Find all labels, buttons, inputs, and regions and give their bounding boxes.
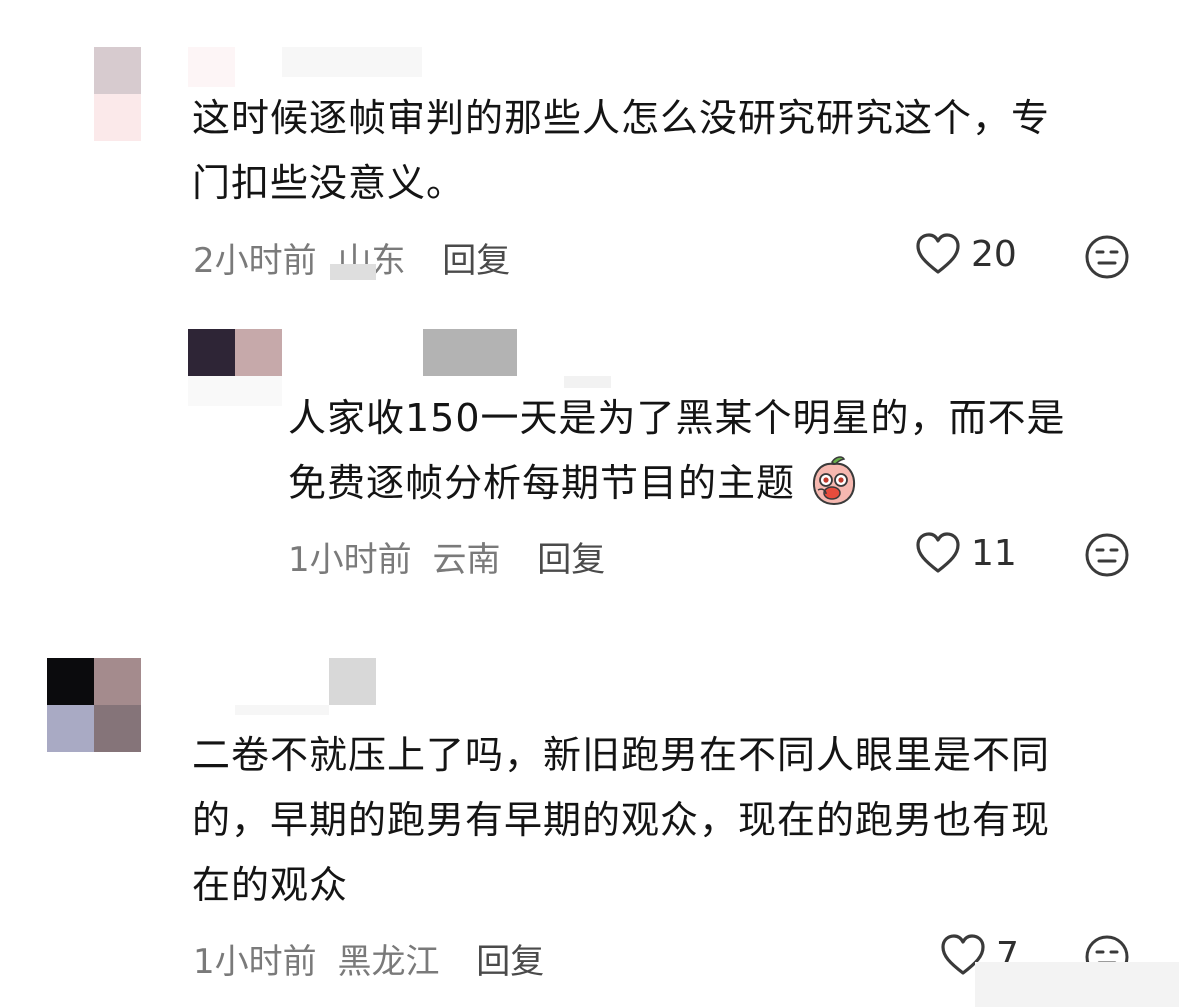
like-button[interactable]: 11: [915, 532, 1017, 574]
comment-location: 云南: [432, 540, 501, 580]
comment-meta: 1小时前 云南 回复: [288, 532, 605, 581]
comment-time: 2小时前: [193, 241, 317, 281]
heart-outline-icon: [916, 233, 960, 274]
comment-text: 二卷不就压上了吗，新旧跑男在不同人眼里是不同 的，早期的跑男有早期的观众，现在的…: [192, 733, 1051, 907]
reply-button[interactable]: 回复: [476, 942, 544, 982]
like-count: 20: [971, 233, 1017, 275]
neutral-face-icon[interactable]: [1084, 234, 1130, 280]
comment-time: 1小时前: [288, 540, 412, 580]
comment-meta: 1小时前 黑龙江 回复: [193, 934, 544, 983]
like-count: 11: [971, 532, 1017, 574]
comment-text: 这时候逐帧审判的那些人怎么没研究研究这个，专 门扣些没意义。: [192, 96, 1051, 205]
reply-button[interactable]: 回复: [537, 540, 605, 580]
comment-time: 1小时前: [193, 942, 317, 982]
reply-button[interactable]: 回复: [442, 241, 510, 281]
heart-outline-icon: [916, 532, 960, 573]
comment-text: 人家收150一天是为了黑某个明星的，而不是 免费逐帧分析每期节目的主题: [288, 396, 1066, 506]
peach-emoji-icon: [813, 456, 856, 506]
neutral-face-icon[interactable]: [1084, 532, 1130, 578]
comment-location: 黑龙江: [337, 942, 440, 982]
like-button[interactable]: 20: [915, 233, 1017, 275]
